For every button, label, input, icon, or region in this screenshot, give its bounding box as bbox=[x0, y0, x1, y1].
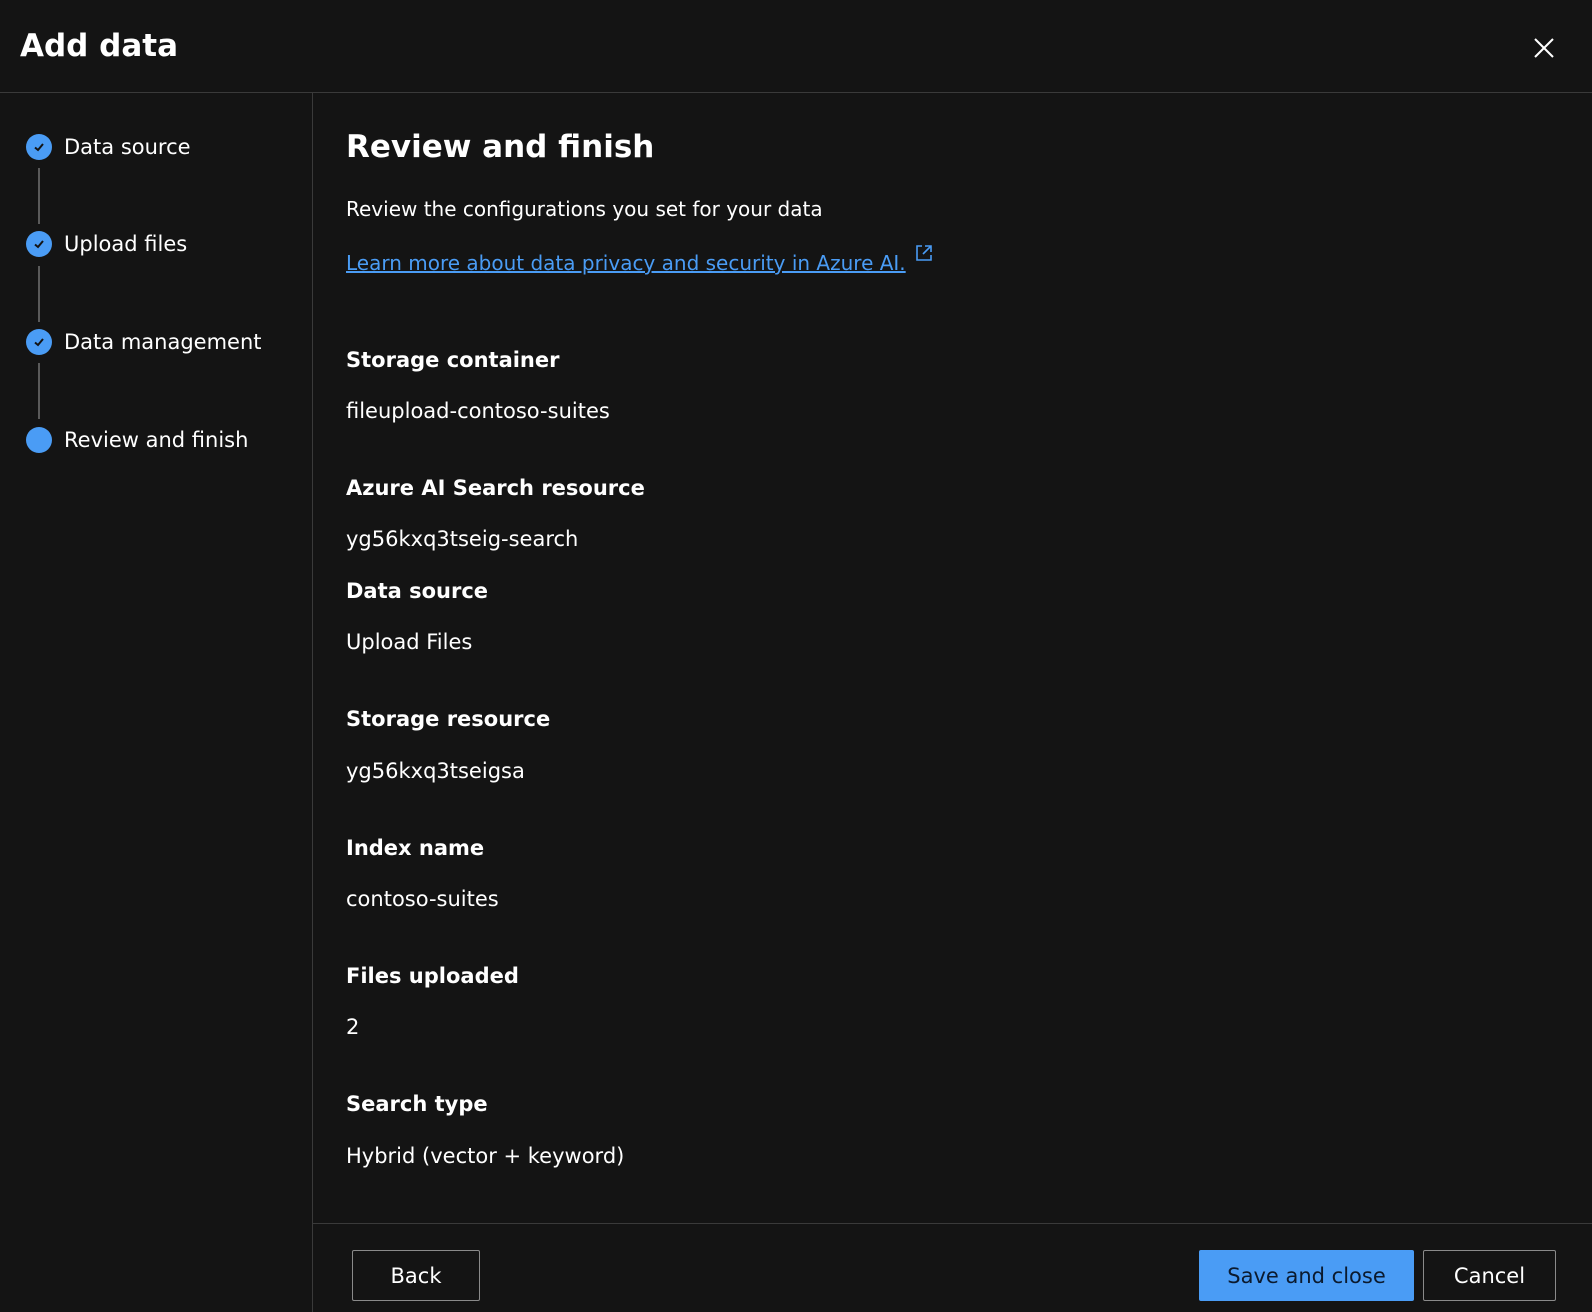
dialog-header: Add data bbox=[0, 0, 1592, 93]
field-value-storage-resource: yg56kxq3tseigsa bbox=[346, 759, 525, 783]
step-label: Upload files bbox=[64, 232, 188, 256]
step-upload-files[interactable]: Upload files bbox=[26, 224, 187, 264]
back-button[interactable]: Back bbox=[352, 1250, 480, 1301]
field-value-storage-container: fileupload-contoso-suites bbox=[346, 399, 610, 423]
external-link-icon bbox=[915, 245, 932, 261]
dialog-footer: Back Save and close Cancel bbox=[313, 1223, 1592, 1312]
step-connector bbox=[38, 168, 40, 224]
field-label-index-name: Index name bbox=[346, 836, 485, 860]
step-review-and-finish[interactable]: Review and finish bbox=[26, 420, 248, 460]
field-value-index-name: contoso-suites bbox=[346, 887, 499, 911]
step-complete-icon bbox=[26, 329, 52, 355]
step-label: Data management bbox=[64, 330, 262, 354]
field-label-storage-resource: Storage resource bbox=[346, 707, 551, 731]
field-label-data-source: Data source bbox=[346, 579, 489, 603]
add-data-dialog: Add data Data source Upload files Data m… bbox=[0, 0, 1592, 1312]
step-connector bbox=[38, 266, 40, 322]
step-label: Review and finish bbox=[64, 428, 249, 452]
field-value-files-uploaded: 2 bbox=[346, 1015, 360, 1039]
step-data-source[interactable]: Data source bbox=[26, 127, 191, 167]
field-value-data-source: Upload Files bbox=[346, 630, 473, 654]
cancel-button[interactable]: Cancel bbox=[1423, 1250, 1556, 1301]
field-value-search-type: Hybrid (vector + keyword) bbox=[346, 1144, 625, 1168]
step-connector bbox=[38, 363, 40, 419]
intro-text: Review the configurations you set for yo… bbox=[346, 197, 823, 221]
close-icon bbox=[1534, 38, 1554, 58]
section-title: Review and finish bbox=[346, 129, 655, 165]
save-and-close-button[interactable]: Save and close bbox=[1199, 1250, 1414, 1301]
learn-more-link[interactable]: Learn more about data privacy and securi… bbox=[346, 245, 934, 275]
step-complete-icon bbox=[26, 134, 52, 160]
step-label: Data source bbox=[64, 135, 191, 159]
field-label-storage-container: Storage container bbox=[346, 348, 560, 372]
close-button[interactable] bbox=[1526, 30, 1562, 66]
step-data-management[interactable]: Data management bbox=[26, 322, 262, 362]
field-value-search-resource: yg56kxq3tseig-search bbox=[346, 527, 579, 551]
learn-more-link-text: Learn more about data privacy and securi… bbox=[346, 251, 906, 275]
field-label-search-type: Search type bbox=[346, 1092, 488, 1116]
dialog-title: Add data bbox=[20, 28, 179, 64]
field-label-search-resource: Azure AI Search resource bbox=[346, 476, 645, 500]
step-complete-icon bbox=[26, 231, 52, 257]
field-label-files-uploaded: Files uploaded bbox=[346, 964, 519, 988]
step-current-icon bbox=[26, 427, 52, 453]
wizard-steps: Data source Upload files Data management… bbox=[0, 93, 313, 1312]
